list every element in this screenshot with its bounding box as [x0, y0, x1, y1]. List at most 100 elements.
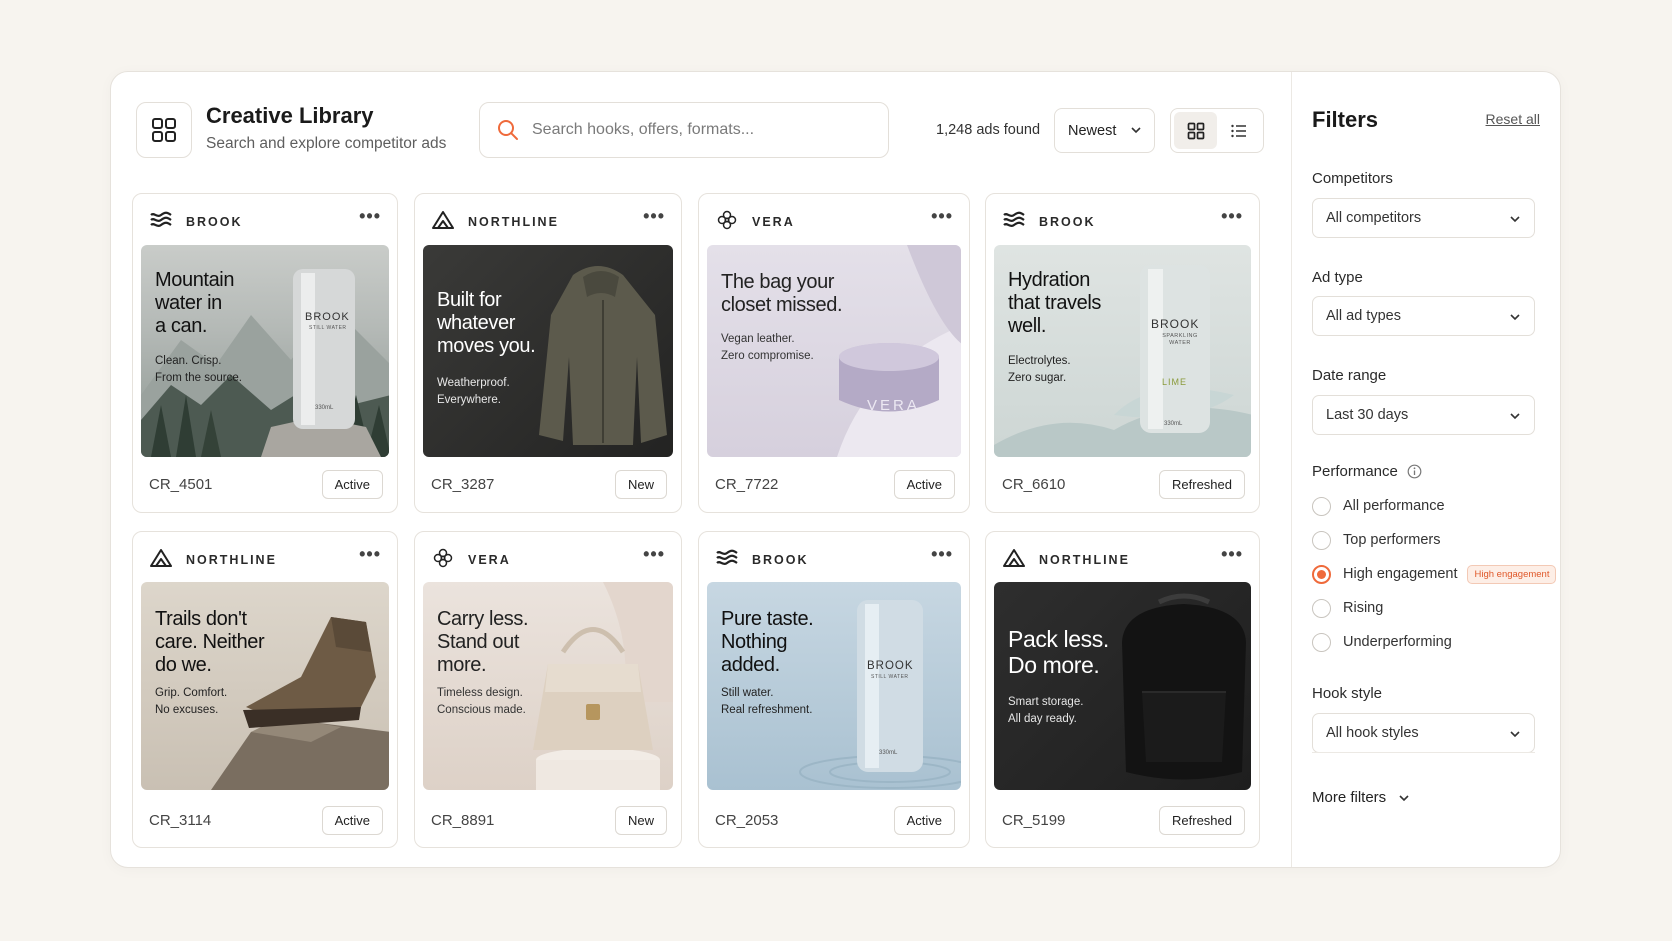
ad-card[interactable]: VERA ••• Carry less. Stand out more. Timel…	[414, 531, 682, 848]
ad-card[interactable]: VERA ••• The bag your closet missed. Vega…	[698, 193, 970, 513]
ad-image: Mountain water in a can. Clean. Crisp. From…	[141, 245, 389, 457]
more-filters-label: More filters	[1312, 789, 1387, 806]
radio-all-performance[interactable]: All performance	[1312, 496, 1445, 516]
view-toggle	[1170, 108, 1264, 153]
more-options-icon[interactable]: •••	[931, 544, 953, 565]
brand-name: BROOK	[186, 215, 243, 229]
ad-headline: water in	[155, 292, 222, 314]
ad-headline: closet missed.	[721, 294, 843, 316]
ad-headline: a can.	[155, 315, 208, 337]
brand-name: NORTHLINE	[468, 215, 559, 229]
ad-headline: The bag your	[721, 271, 835, 293]
more-options-icon[interactable]: •••	[1221, 206, 1243, 227]
ad-subtext: Electrolytes.	[1008, 355, 1071, 367]
competitors-label: Competitors	[1312, 170, 1393, 187]
search-box[interactable]	[479, 102, 889, 158]
radio-label: Rising	[1343, 600, 1384, 616]
search-input[interactable]	[532, 121, 862, 139]
more-options-icon[interactable]: •••	[1221, 544, 1243, 565]
ad-headline: whatever	[437, 312, 515, 334]
can-volume: 330mL	[879, 750, 898, 756]
brand-name: NORTHLINE	[1039, 553, 1130, 567]
radio-label: Underperforming	[1343, 634, 1452, 650]
ad-type-select[interactable]: All ad types	[1312, 296, 1535, 336]
ad-image: Trails don't care. Neither do we. Grip. Co…	[141, 582, 389, 790]
ad-image: Pack less. Do more. Smart storage. All day…	[994, 582, 1251, 790]
radio-high-engagement[interactable]: High engagement High engagement	[1312, 564, 1557, 584]
ad-headline: Do more.	[1008, 652, 1100, 678]
radio-label: All performance	[1343, 498, 1445, 514]
sort-dropdown[interactable]: Newest	[1054, 108, 1155, 153]
chevron-down-icon	[1510, 413, 1520, 420]
brand-name: NORTHLINE	[186, 553, 277, 567]
creative-id: CR_5199	[1002, 812, 1066, 829]
sort-value: Newest	[1068, 122, 1117, 139]
page-subtitle: Search and explore competitor ads	[206, 135, 447, 152]
more-options-icon[interactable]: •••	[643, 206, 665, 227]
ad-card[interactable]: BROOK ••• Mountain water in a can. Clean. …	[132, 193, 398, 513]
creative-id: CR_3287	[431, 476, 495, 493]
can-flavor: LIME	[1162, 377, 1188, 387]
radio-button[interactable]	[1312, 496, 1331, 516]
waves-icon	[716, 549, 738, 565]
ad-card[interactable]: NORTHLINE ••• Built for whatever moves you…	[414, 193, 682, 513]
hook-style-select[interactable]: All hook styles	[1312, 713, 1535, 753]
flower-icon	[433, 548, 453, 568]
ad-subtext: Zero compromise.	[721, 350, 814, 362]
ad-subtext: Zero sugar.	[1008, 372, 1067, 384]
radio-button[interactable]	[1312, 530, 1331, 550]
status-badge: New	[614, 470, 667, 499]
ad-subtext: All day ready.	[1008, 713, 1077, 725]
more-options-icon[interactable]: •••	[931, 206, 953, 227]
ad-headline: well.	[1008, 315, 1047, 337]
info-icon[interactable]	[1407, 464, 1422, 479]
reset-all-link[interactable]: Reset all	[1486, 111, 1540, 127]
ad-subtext: From the source.	[155, 372, 242, 384]
radio-top-performers[interactable]: Top performers	[1312, 530, 1441, 550]
creative-id: CR_3114	[149, 812, 212, 829]
radio-underperforming[interactable]: Underperforming	[1312, 632, 1452, 652]
can-brand: BROOK	[867, 660, 914, 672]
ad-image: Built for whatever moves you. Weatherproof…	[423, 245, 673, 457]
filters-sidebar: Filters Reset all Competitors All compet…	[1291, 72, 1560, 867]
radio-label: High engagement	[1343, 566, 1458, 582]
ad-headline: Pack less.	[1008, 626, 1109, 652]
more-options-icon[interactable]: •••	[643, 544, 665, 565]
ad-headline: do we.	[155, 654, 212, 676]
grid-view-button[interactable]	[1174, 112, 1217, 149]
performance-label-text: Performance	[1312, 463, 1398, 480]
ad-subtext: Everywhere.	[437, 394, 501, 406]
mountain-icon	[432, 211, 454, 229]
waves-icon	[1003, 211, 1025, 227]
ad-headline: that travels	[1008, 292, 1102, 314]
ad-image: Carry less. Stand out more. Timeless desig…	[423, 582, 673, 790]
can-subtitle: STILL WATER	[309, 325, 347, 331]
radio-button[interactable]	[1312, 598, 1331, 618]
radio-rising[interactable]: Rising	[1312, 598, 1383, 618]
ad-card[interactable]: NORTHLINE ••• Trails don't care. Neither d…	[132, 531, 398, 848]
ad-card[interactable]: BROOK ••• Pure taste. Nothing added. Still…	[698, 531, 970, 848]
brand-name: BROOK	[1039, 215, 1096, 229]
competitors-select[interactable]: All competitors	[1312, 198, 1535, 238]
ad-subtext: Clean. Crisp.	[155, 355, 222, 367]
mountain-icon	[1003, 549, 1025, 567]
ad-subtext: No excuses.	[155, 704, 219, 716]
status-badge: Active	[321, 470, 383, 499]
ad-card[interactable]: NORTHLINE ••• Pack less. Do more. Smart s…	[985, 531, 1260, 848]
more-options-icon[interactable]: •••	[359, 544, 381, 565]
radio-label: Top performers	[1343, 532, 1441, 548]
date-range-select[interactable]: Last 30 days	[1312, 395, 1535, 435]
radio-button[interactable]	[1312, 632, 1331, 652]
ad-headline: Pure taste.	[721, 608, 814, 630]
ad-headline: Trails don't	[155, 608, 247, 630]
ad-card[interactable]: BROOK ••• Hydration that travels well. Ele…	[985, 193, 1260, 513]
more-options-icon[interactable]: •••	[359, 206, 381, 227]
radio-button-selected[interactable]	[1312, 564, 1331, 584]
date-range-value: Last 30 days	[1326, 407, 1409, 423]
list-view-button[interactable]	[1217, 112, 1260, 149]
status-badge: Refreshed	[1159, 806, 1245, 835]
ad-subtext: Timeless design.	[437, 687, 523, 699]
brand-name: VERA	[752, 215, 795, 229]
chevron-down-icon	[1510, 216, 1520, 223]
more-filters-button[interactable]: More filters	[1312, 789, 1410, 806]
